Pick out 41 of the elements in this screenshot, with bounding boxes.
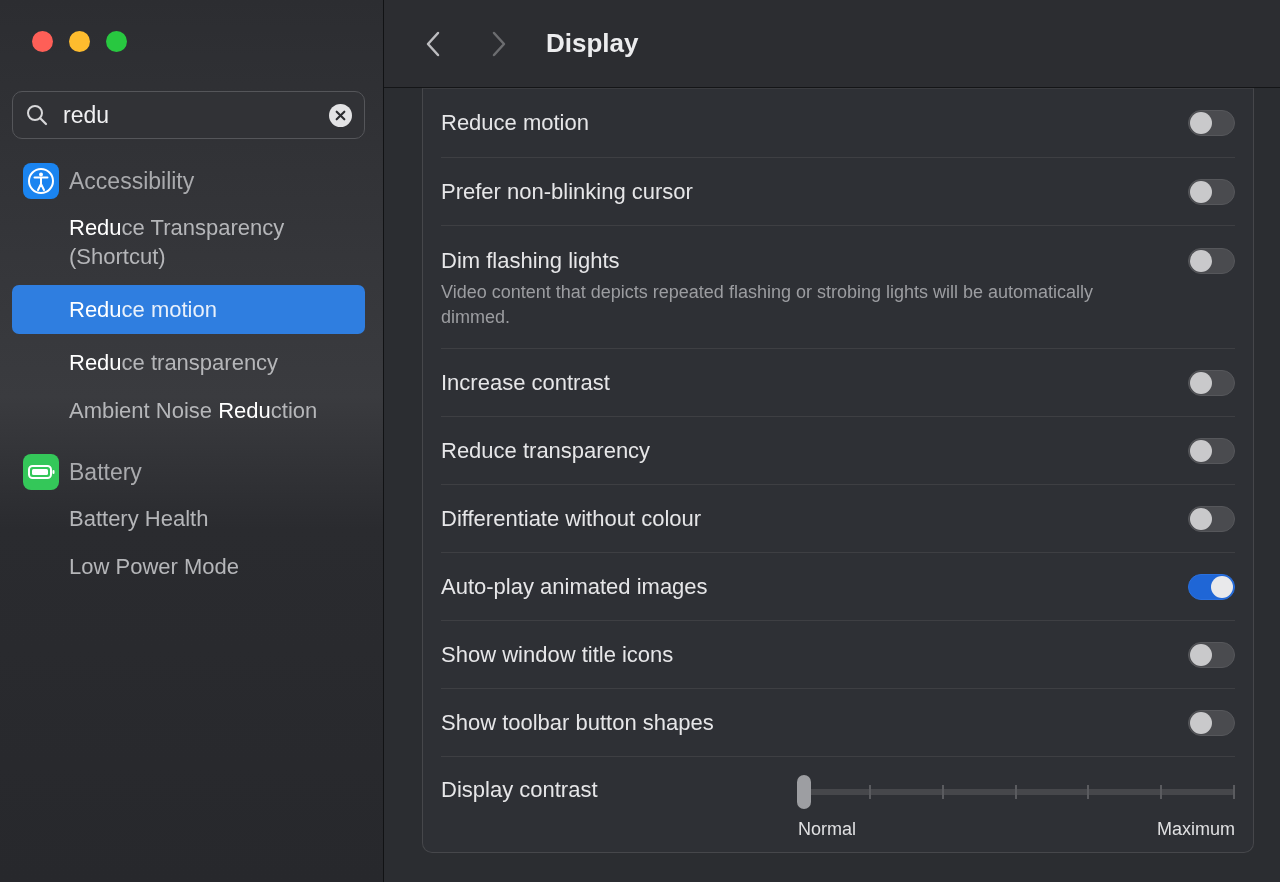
toggle-switch[interactable] — [1188, 505, 1235, 532]
sidebar-item[interactable]: Reduce Transparency (Shortcut) — [12, 208, 365, 276]
setting-label: Display contrast — [441, 777, 598, 803]
search-input[interactable]: redu — [61, 100, 329, 130]
setting-label: Show window title icons — [441, 641, 674, 668]
accessibility-icon — [23, 163, 59, 199]
toggle-switch[interactable] — [1188, 573, 1235, 600]
setting-label: Dim flashing lights — [441, 248, 621, 274]
setting-label: Show toolbar button shapes — [441, 709, 714, 736]
toggle-switch[interactable] — [1188, 110, 1235, 136]
sidebar-item[interactable]: Reduce motion — [12, 285, 365, 334]
sidebar-item[interactable]: Low Power Mode — [12, 547, 365, 586]
zoom-button[interactable] — [106, 31, 127, 52]
toggle-switch[interactable] — [1188, 369, 1235, 396]
window-title: Display — [546, 28, 639, 59]
toggle-switch[interactable] — [1188, 248, 1235, 274]
minimize-button[interactable] — [69, 31, 90, 52]
sidebar-item[interactable]: Battery Health — [12, 499, 365, 538]
category-label: Accessibility — [69, 167, 195, 195]
slider-min-label: Normal — [798, 819, 856, 840]
category-label: Battery — [69, 458, 142, 486]
setting-label: Auto-play animated images — [441, 573, 708, 600]
setting-label: Differentiate without colour — [441, 505, 702, 532]
search-icon — [25, 103, 49, 127]
setting-description: Video content that depicts repeated flashing or strobing lights will be automatically dimmed. — [441, 281, 1095, 329]
slider-thumb[interactable] — [797, 775, 811, 809]
toggle-switch[interactable] — [1188, 437, 1235, 464]
sidebar-item[interactable]: Reduce transparency — [12, 343, 365, 382]
sidebar-item[interactable]: Ambient Noise Reduction — [12, 391, 365, 430]
setting-label: Reduce motion — [441, 110, 589, 136]
toggle-switch[interactable] — [1188, 709, 1235, 736]
slider-max-label: Maximum — [1157, 819, 1235, 840]
setting-label: Increase contrast — [441, 369, 610, 396]
toggle-switch[interactable] — [1188, 641, 1235, 668]
clear-icon[interactable] — [329, 103, 352, 127]
setting-label: Prefer non-blinking cursor — [441, 178, 693, 205]
close-button[interactable] — [32, 31, 53, 52]
battery-icon — [23, 454, 59, 490]
setting-label: Reduce transparency — [441, 437, 651, 464]
toggle-switch[interactable] — [1188, 178, 1235, 205]
search-field[interactable]: redu — [12, 91, 365, 139]
